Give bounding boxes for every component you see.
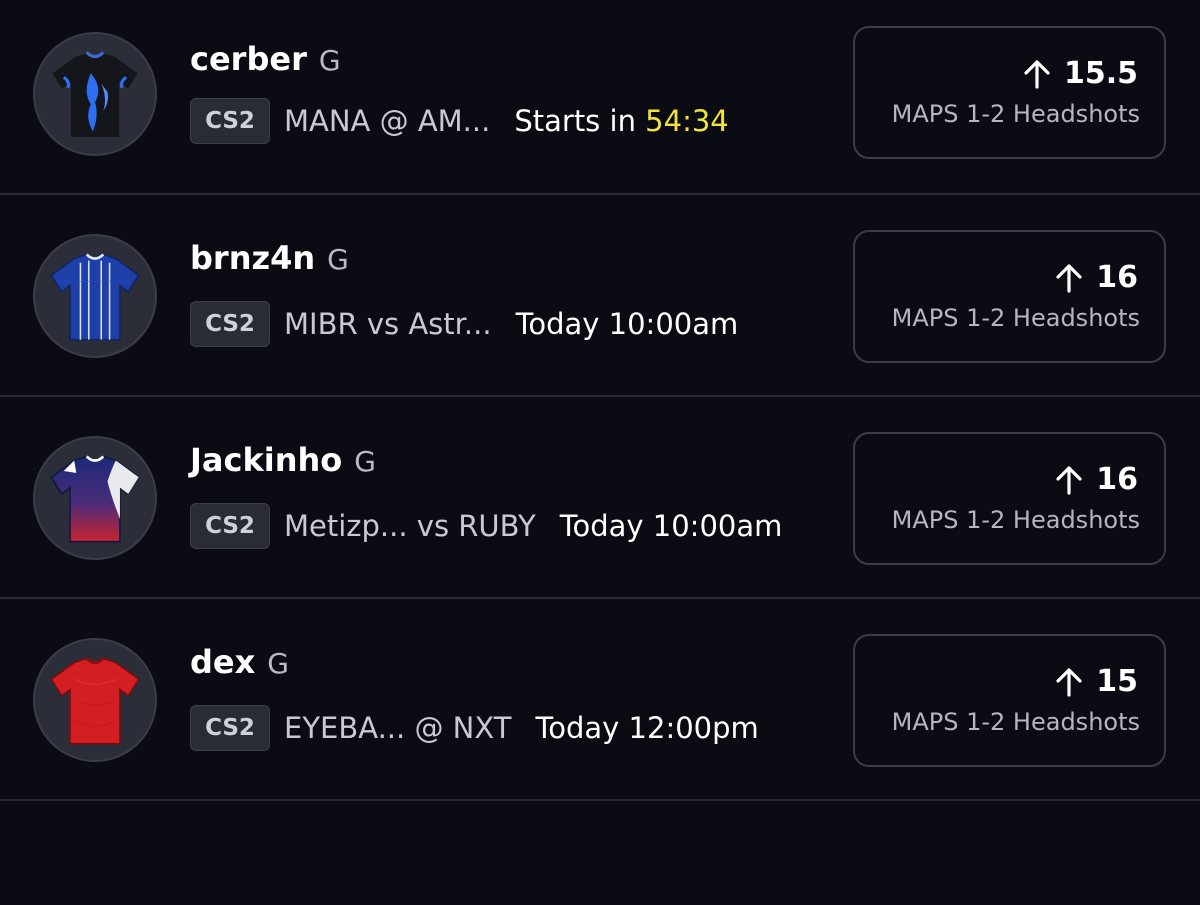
player-position: G — [354, 445, 376, 478]
arrow-up-icon — [1024, 59, 1050, 89]
player-name: brnz4n — [190, 239, 316, 277]
player-name-line: Jackinho G — [190, 441, 376, 479]
matchup-text: MANA @ AM... — [284, 104, 491, 138]
projection-line: 16 — [1056, 260, 1138, 295]
start-time: Today 12:00pm — [535, 711, 758, 745]
jersey-icon — [50, 657, 140, 745]
projection-value: 15 — [1096, 664, 1138, 699]
jersey-icon — [50, 253, 140, 341]
player-name: dex — [190, 643, 256, 681]
player-name: cerber — [190, 40, 307, 78]
projection-stat: MAPS 1-2 Headshots — [891, 708, 1140, 736]
projection-value: 16 — [1096, 260, 1138, 295]
league-badge: CS2 — [190, 98, 270, 144]
player-row-cerber[interactable]: cerber G CS2 MANA @ AM... Starts in 54:3… — [0, 0, 1200, 195]
player-row-dex[interactable]: dex G CS2 EYEBA... @ NXT Today 12:00pm 1… — [0, 599, 1200, 801]
game-info: CS2 MANA @ AM... Starts in 54:34 — [190, 98, 729, 144]
matchup-text: EYEBA... @ NXT — [284, 711, 512, 745]
projection-value: 15.5 — [1063, 56, 1138, 91]
player-avatar — [33, 436, 157, 560]
matchup-text: MIBR vs Astr... — [284, 307, 492, 341]
start-time-prefix: Today 12:00pm — [535, 711, 759, 745]
game-info: CS2 Metizp... vs RUBY Today 10:00am — [190, 503, 782, 549]
player-avatar — [33, 234, 157, 358]
projection-line: 15 — [1056, 664, 1138, 699]
league-badge: CS2 — [190, 503, 270, 549]
projection-card[interactable]: 16 MAPS 1-2 Headshots — [853, 432, 1166, 565]
player-name-line: brnz4n G — [190, 239, 349, 277]
league-badge: CS2 — [190, 705, 270, 751]
start-time: Today 10:00am — [516, 307, 739, 341]
league-badge: CS2 — [190, 301, 270, 347]
projection-stat: MAPS 1-2 Headshots — [891, 100, 1140, 128]
projection-card[interactable]: 16 MAPS 1-2 Headshots — [853, 230, 1166, 363]
player-avatar — [33, 32, 157, 156]
projection-line: 15.5 — [1024, 56, 1138, 91]
arrow-up-icon — [1056, 667, 1082, 697]
player-row-jackinho[interactable]: Jackinho G CS2 Metizp... vs RUBY Today 1… — [0, 397, 1200, 599]
player-name: Jackinho — [190, 441, 343, 479]
player-name-line: cerber G — [190, 40, 341, 78]
jersey-icon — [50, 51, 140, 139]
game-info: CS2 EYEBA... @ NXT Today 12:00pm — [190, 705, 759, 751]
start-time: Starts in 54:34 — [514, 104, 728, 138]
player-projection-list: cerber G CS2 MANA @ AM... Starts in 54:3… — [0, 0, 1200, 801]
player-row-brnz4n[interactable]: brnz4n G CS2 MIBR vs Astr... Today 10:00… — [0, 195, 1200, 397]
projection-card[interactable]: 15 MAPS 1-2 Headshots — [853, 634, 1166, 767]
start-time-prefix: Starts in — [514, 104, 636, 138]
projection-value: 16 — [1096, 462, 1138, 497]
player-position: G — [318, 44, 341, 77]
countdown-timer: 54:34 — [645, 104, 729, 138]
projection-stat: MAPS 1-2 Headshots — [891, 304, 1140, 332]
start-time: Today 10:00am — [560, 509, 783, 543]
player-position: G — [327, 243, 349, 276]
start-time-prefix: Today 10:00am — [559, 509, 783, 543]
arrow-up-icon — [1056, 263, 1082, 293]
arrow-up-icon — [1056, 465, 1082, 495]
projection-card[interactable]: 15.5 MAPS 1-2 Headshots — [853, 26, 1166, 159]
game-info: CS2 MIBR vs Astr... Today 10:00am — [190, 301, 738, 347]
start-time-prefix: Today 10:00am — [515, 307, 739, 341]
player-avatar — [33, 638, 157, 762]
matchup-text: Metizp... vs RUBY — [284, 509, 536, 543]
jersey-icon — [50, 455, 140, 543]
player-name-line: dex G — [190, 643, 289, 681]
player-position: G — [267, 647, 289, 680]
projection-stat: MAPS 1-2 Headshots — [891, 506, 1140, 534]
projection-line: 16 — [1056, 462, 1138, 497]
